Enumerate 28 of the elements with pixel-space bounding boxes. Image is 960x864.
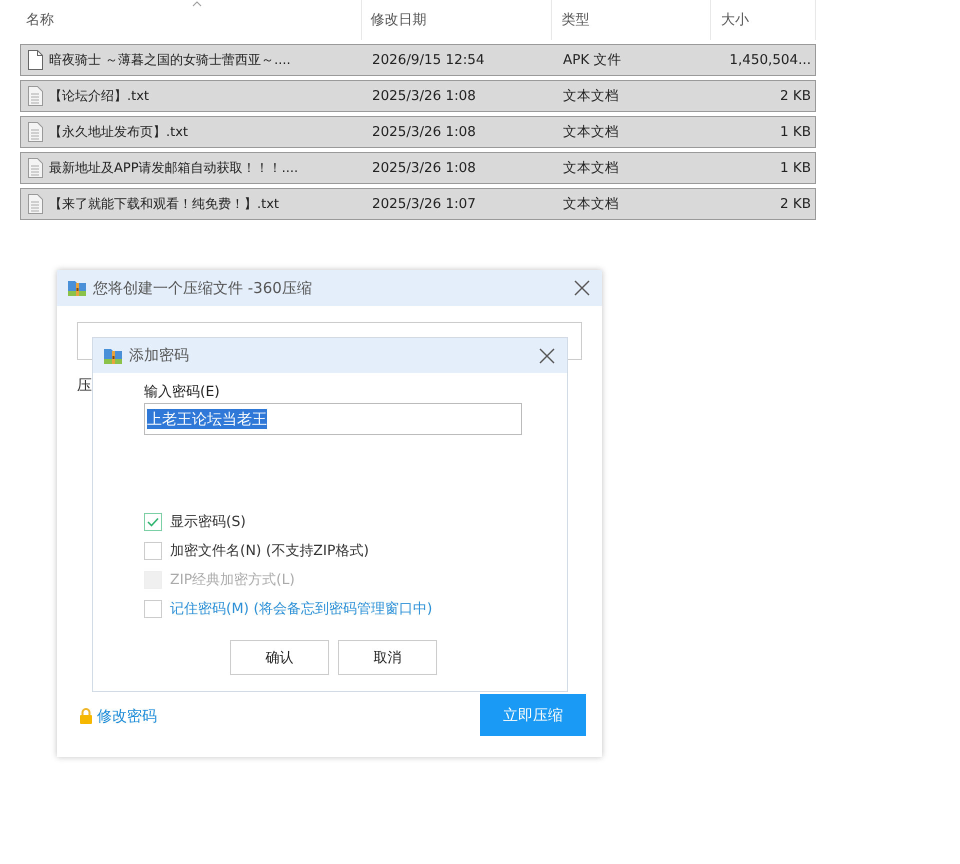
file-type: 文本文档 (562, 195, 620, 213)
file-size: 1,450,504... (728, 52, 812, 68)
modified-date: 2025/3/26 1:08 (371, 88, 477, 104)
option-label: 加密文件名(N) (不支持ZIP格式) (170, 542, 369, 560)
dialog-title: 添加密码 (129, 346, 190, 365)
file-name: 暗夜骑士 ～薄暮之国的女骑士蕾西亚～.... (49, 52, 291, 69)
file-size: 1 KB (779, 160, 812, 176)
option-label: 显示密码(S) (170, 513, 246, 531)
file-size: 1 KB (779, 124, 812, 140)
password-label: 输入密码(E) (144, 383, 221, 401)
file-size: 2 KB (779, 88, 812, 104)
file-type: APK 文件 (562, 51, 623, 69)
modified-date: 2025/3/26 1:08 (371, 160, 477, 176)
modified-date: 2025/3/26 1:08 (371, 124, 477, 140)
file-name: 【论坛介绍】.txt (49, 88, 150, 105)
field-label: 压 (77, 376, 93, 395)
modified-date: 2025/3/26 1:07 (371, 196, 477, 212)
file-type: 文本文档 (562, 123, 620, 141)
file-name: 最新地址及APP请发邮箱自动获取！！！.... (49, 160, 298, 177)
file-name: 【来了就能下载和观看！纯免费！】.txt (49, 196, 280, 213)
option-label: 记住密码(M) (将会备忘到密码管理窗口中) (170, 600, 432, 618)
option-label: ZIP经典加密方式(L) (170, 571, 295, 589)
file-type: 文本文档 (562, 159, 620, 177)
window-title: 您将创建一个压缩文件 -360压缩 (93, 278, 313, 298)
modified-date: 2026/9/15 12:54 (371, 52, 486, 68)
file-type: 文本文档 (562, 87, 620, 105)
file-name: 【永久地址发布页】.txt (49, 124, 188, 141)
file-size: 2 KB (779, 196, 812, 212)
